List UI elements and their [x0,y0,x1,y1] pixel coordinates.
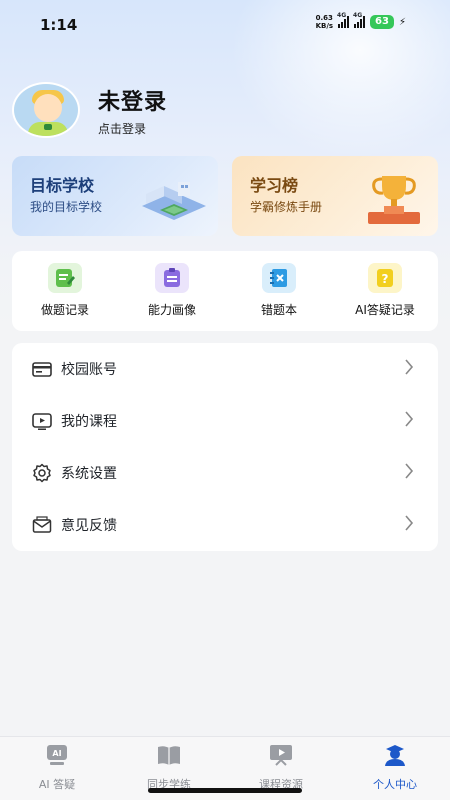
profile-name: 未登录 [98,89,168,115]
error-notebook-icon [262,263,296,293]
quick-action-practice-record[interactable]: 做题记录 [15,263,115,318]
study-ranking-card[interactable]: 学习榜 学霸修炼手册 [232,156,438,236]
home-indicator[interactable] [148,788,302,793]
quick-action-error-notebook[interactable]: 错题本 [229,263,329,318]
video-board-icon [270,745,292,766]
menu-item-campus-account[interactable]: 校园账号 [12,343,438,395]
status-bar: 1:14 0.63 KB/s 4G 4G 63 ⚡ [0,0,450,48]
tab-course-resources[interactable]: 课程资源 [236,743,326,792]
svg-text:AI: AI [52,749,61,758]
ai-chat-icon: AI [47,745,67,765]
charging-icon: ⚡ [398,16,406,28]
quick-actions-panel: 做题记录 能力画像 错题本 ? AI答疑记录 [12,251,438,331]
login-link[interactable]: 点击登录 [98,120,167,137]
svg-text:?: ? [382,272,389,286]
graduate-user-icon [385,745,405,766]
quick-action-ai-qa-record[interactable]: ? AI答疑记录 [335,263,435,318]
question-card-icon: ? [368,263,402,293]
clipboard-icon [155,263,189,293]
menu-item-my-courses[interactable]: 我的课程 [12,395,438,447]
tab-ai-qa[interactable]: AI AI 答疑 [12,743,102,792]
card-title: 学习榜 [250,176,299,195]
chevron-right-icon [405,515,414,531]
menu-item-system-settings[interactable]: 系统设置 [12,447,438,499]
menu-item-feedback[interactable]: 意见反馈 [12,499,438,551]
avatar[interactable] [12,82,80,138]
gear-icon [33,463,51,483]
chevron-right-icon [405,359,414,375]
card-subtitle: 我的目标学校 [30,200,103,214]
target-school-card[interactable]: 目标学校 我的目标学校 [12,156,218,236]
video-course-icon [32,413,52,430]
card-subtitle: 学霸修炼手册 [250,200,323,214]
quick-action-ability-profile[interactable]: 能力画像 [122,263,222,318]
campus-card-icon [32,362,52,377]
school-building-icon [142,182,206,220]
card-title: 目标学校 [30,176,95,195]
profile-header[interactable]: 未登录 点击登录 [12,82,167,138]
pencil-note-icon [48,263,82,293]
book-icon [158,746,180,765]
status-indicators: 0.63 KB/s 4G 4G 63 ⚡ [315,12,406,30]
tab-sync-practice[interactable]: 同步学练 [124,743,214,792]
settings-menu: 校园账号 我的课程 系统设置 意见反馈 [12,343,438,551]
chevron-right-icon [405,411,414,427]
network-speed: 0.63 KB/s [315,14,334,30]
status-time: 1:14 [40,16,78,34]
chevron-right-icon [405,463,414,479]
signal-strength-icon: 4G [337,12,350,28]
tab-personal-center[interactable]: 个人中心 [350,743,440,792]
battery-badge: 63 [370,15,394,29]
signal-strength-icon: 4G [353,12,366,28]
mail-feedback-icon [32,516,52,533]
trophy-icon [368,176,420,224]
